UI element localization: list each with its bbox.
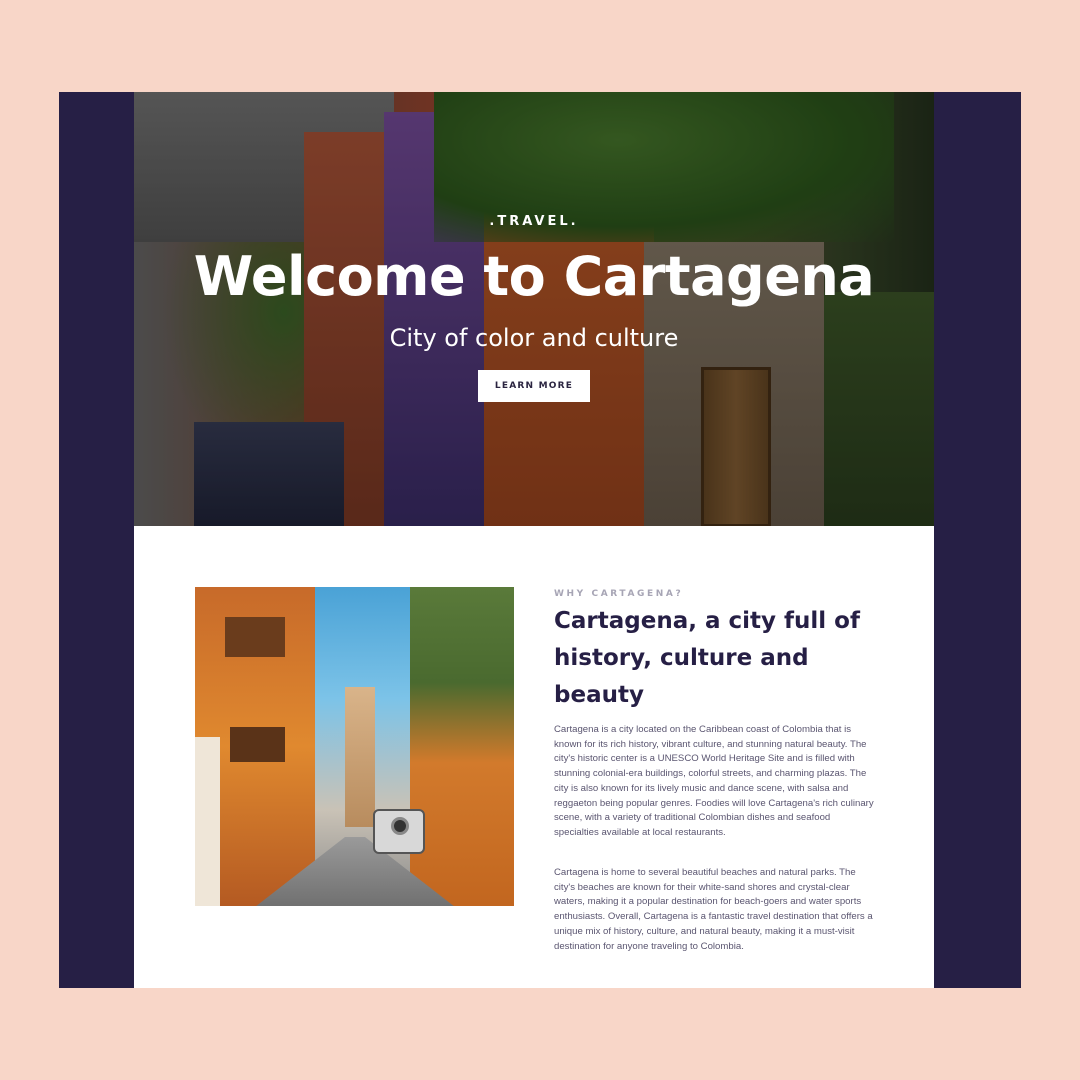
body-paragraph: Cartagena is home to several beautiful b… <box>554 867 873 952</box>
page-frame: .TRAVEL. Welcome to Cartagena City of co… <box>59 92 1021 988</box>
hero-kicker: .TRAVEL. <box>489 214 579 229</box>
hero-section: .TRAVEL. Welcome to Cartagena City of co… <box>134 92 934 526</box>
web-page: .TRAVEL. Welcome to Cartagena City of co… <box>134 92 934 988</box>
hero-content: .TRAVEL. Welcome to Cartagena City of co… <box>134 92 934 526</box>
cartagena-street-photo <box>195 587 514 906</box>
learn-more-button[interactable]: LEARN MORE <box>478 370 590 402</box>
hero-subtitle: City of color and culture <box>389 324 679 352</box>
body-paragraph: Cartagena is a city located on the Carib… <box>554 724 874 838</box>
section-heading: Cartagena, a city full of history, cultu… <box>554 608 860 708</box>
hero-title: Welcome to Cartagena <box>193 245 875 308</box>
section-label: WHY CARTAGENA? <box>554 589 684 599</box>
